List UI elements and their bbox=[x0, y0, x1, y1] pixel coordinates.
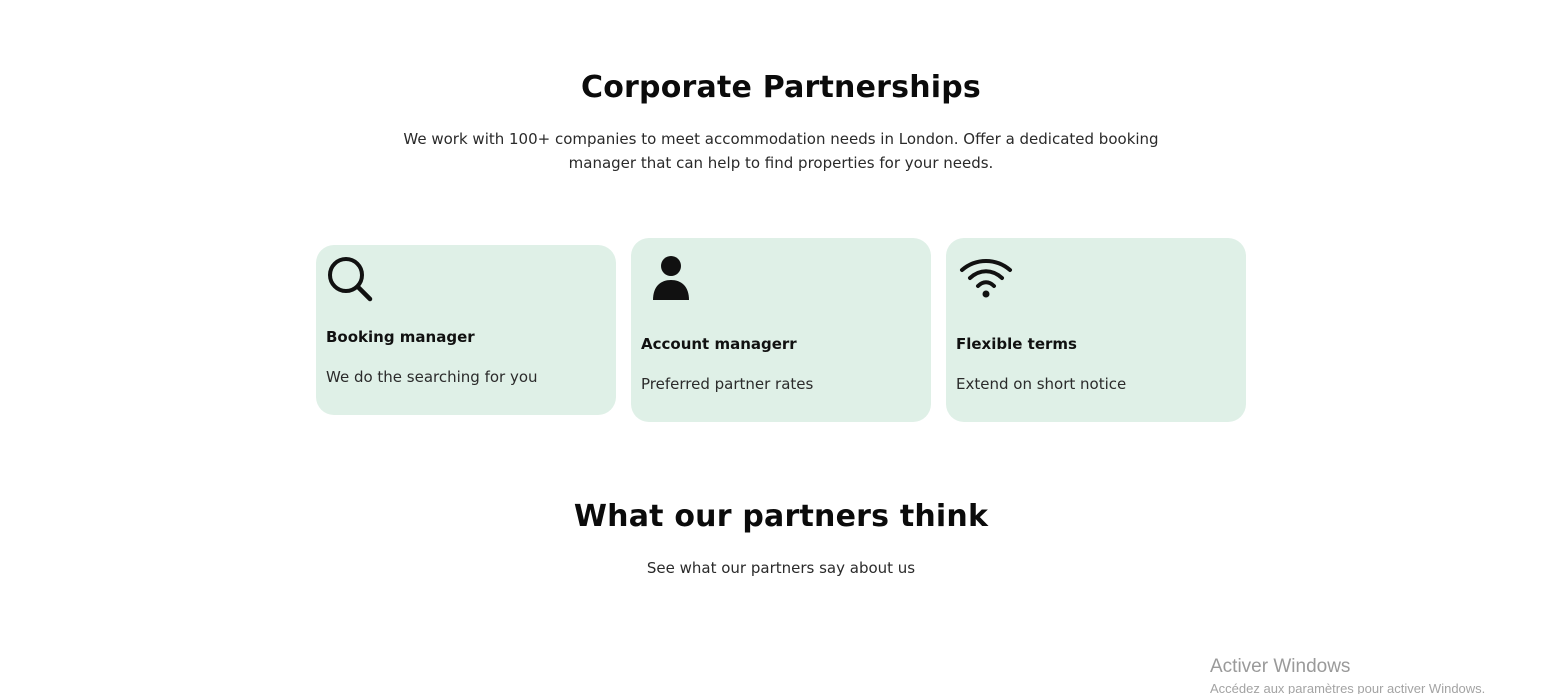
card-title: Booking manager bbox=[326, 328, 475, 346]
wifi-icon bbox=[958, 256, 1014, 300]
card-title: Flexible terms bbox=[956, 335, 1077, 353]
search-icon bbox=[326, 255, 374, 303]
person-icon bbox=[651, 254, 691, 302]
corporate-partnerships-heading: Corporate Partnerships bbox=[581, 70, 981, 105]
card-text: Extend on short notice bbox=[956, 375, 1127, 393]
card-title: Account managerr bbox=[641, 335, 797, 353]
card-flexible-terms: Flexible terms Extend on short notice bbox=[946, 238, 1246, 422]
partners-heading: What our partners think bbox=[573, 499, 989, 534]
page: Corporate Partnerships We work with 100+… bbox=[0, 0, 1562, 694]
partners-description: See what our partners say about us bbox=[646, 559, 916, 577]
card-account-manager: Account managerr Preferred partner rates bbox=[631, 238, 931, 422]
description-line-1: We work with 100+ companies to meet acco… bbox=[403, 130, 1159, 148]
card-text: We do the searching for you bbox=[326, 368, 538, 386]
card-text: Preferred partner rates bbox=[641, 375, 814, 393]
card-booking-manager: Booking manager We do the searching for … bbox=[316, 245, 616, 415]
windows-activation-title: Activer Windows bbox=[1210, 656, 1351, 677]
description-line-2: manager that can help to find properties… bbox=[568, 154, 994, 172]
corporate-partnerships-description: We work with 100+ companies to meet acco… bbox=[380, 127, 1182, 175]
windows-activation-subtitle: Accédez aux paramètres pour activer Wind… bbox=[1210, 681, 1486, 694]
